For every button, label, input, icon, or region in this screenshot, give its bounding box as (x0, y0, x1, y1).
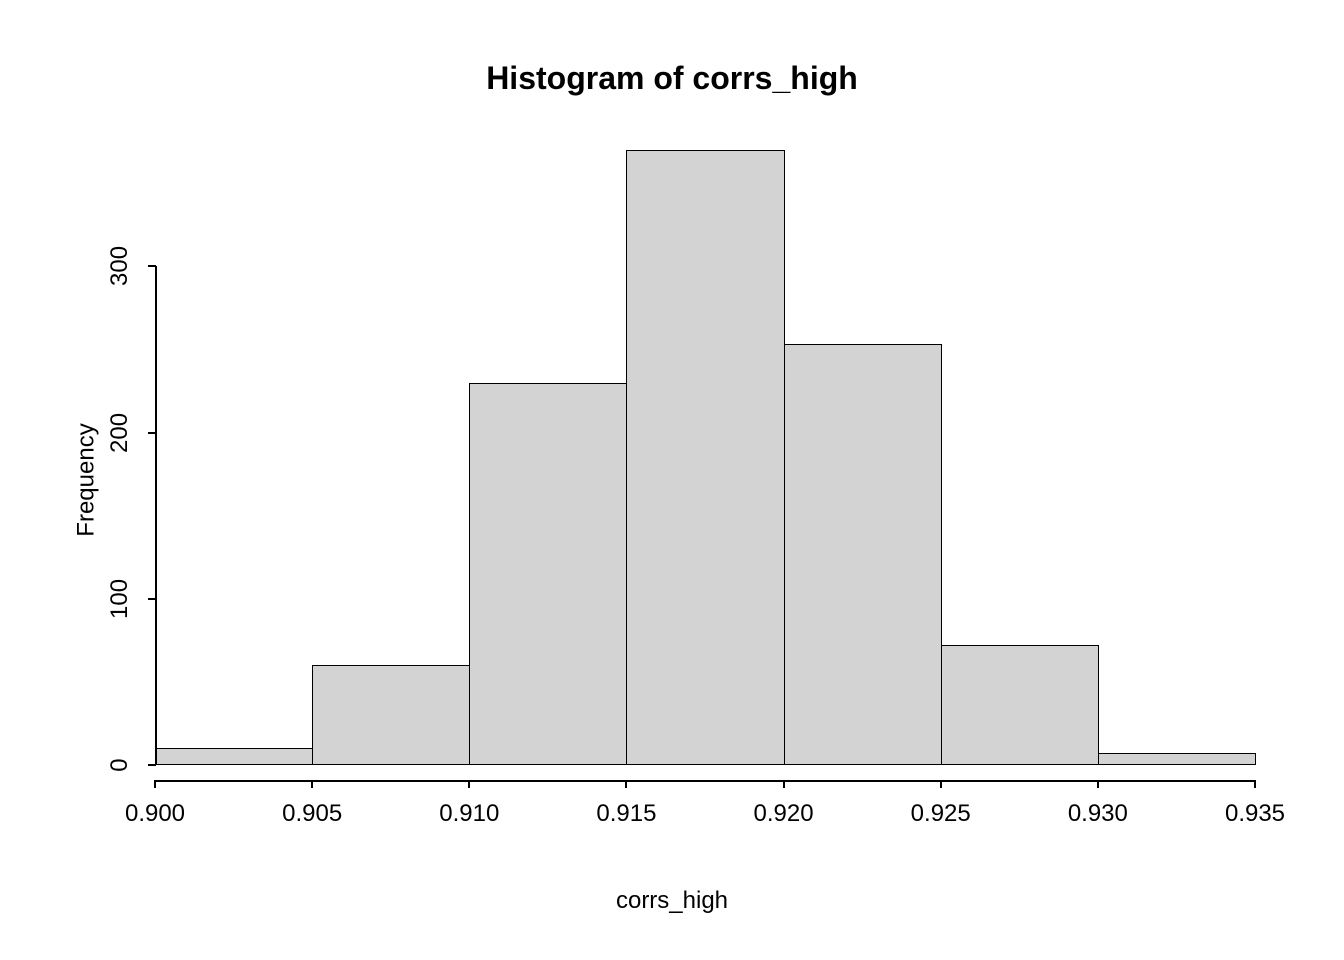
x-tick-label: 0.925 (891, 800, 991, 828)
x-tick-label: 0.900 (105, 800, 205, 828)
y-tick (148, 598, 156, 600)
y-tick-label: 200 (106, 413, 134, 453)
histogram-bar (626, 150, 784, 765)
x-tick-label: 0.905 (262, 800, 362, 828)
x-tick (940, 780, 942, 788)
chart-title: Histogram of corrs_high (0, 60, 1344, 97)
histogram-bar (941, 645, 1099, 765)
y-tick-label: 300 (106, 246, 134, 286)
x-tick (1097, 780, 1099, 788)
histogram-bar (469, 383, 627, 765)
x-tick (625, 780, 627, 788)
x-axis-label: corrs_high (0, 887, 1344, 915)
histogram-bar (155, 748, 313, 765)
x-tick (468, 780, 470, 788)
histogram-bar (1098, 753, 1256, 765)
y-tick (148, 432, 156, 434)
y-tick (148, 764, 156, 766)
x-tick-label: 0.915 (576, 800, 676, 828)
chart-container: Histogram of corrs_high Frequency corrs_… (0, 0, 1344, 960)
x-tick-label: 0.935 (1205, 800, 1305, 828)
x-tick-label: 0.920 (734, 800, 834, 828)
x-tick-label: 0.910 (419, 800, 519, 828)
y-tick-label: 100 (106, 579, 134, 619)
x-tick-label: 0.930 (1048, 800, 1148, 828)
y-tick-label: 0 (106, 745, 134, 785)
x-tick (311, 780, 313, 788)
x-tick (1254, 780, 1256, 788)
histogram-bar (784, 344, 942, 765)
y-tick (148, 265, 156, 267)
histogram-bar (312, 665, 470, 765)
x-tick (154, 780, 156, 788)
y-axis-label: Frequency (73, 423, 101, 536)
x-tick (783, 780, 785, 788)
y-axis-line (155, 266, 157, 765)
x-axis-line (155, 780, 1255, 782)
